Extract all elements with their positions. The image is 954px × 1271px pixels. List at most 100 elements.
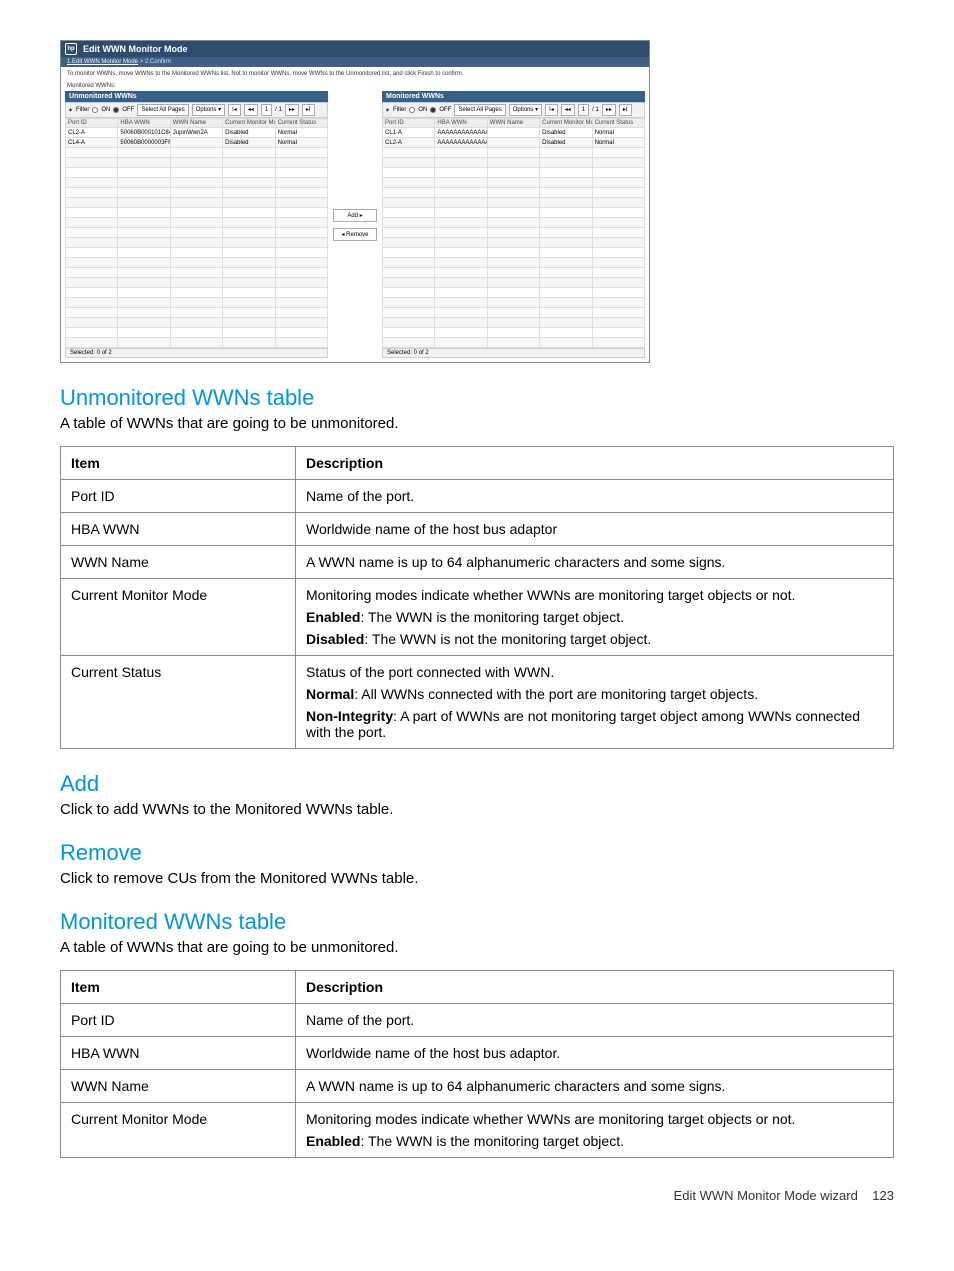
- table-cell: [540, 298, 592, 308]
- filter-on-label: ON: [101, 107, 110, 113]
- table-cell: [223, 228, 275, 238]
- table-cell: [435, 208, 487, 218]
- table-cell: [223, 188, 275, 198]
- table-row-empty: [66, 148, 328, 158]
- table-cell: [592, 258, 644, 268]
- table-cell: [223, 338, 275, 348]
- table-cell: [118, 218, 170, 228]
- table-cell: [383, 158, 435, 168]
- table-cell: [66, 198, 118, 208]
- last-page-button[interactable]: ▸I: [619, 104, 632, 116]
- table-cell: [592, 198, 644, 208]
- table-row[interactable]: CL2-A50060B000101C848CJupinWwn2ADisabled…: [66, 128, 328, 138]
- table-cell: [223, 278, 275, 288]
- first-page-button[interactable]: I◂: [228, 104, 241, 116]
- table-cell: [383, 308, 435, 318]
- filter-off-radio[interactable]: [113, 107, 119, 113]
- table-cell: [118, 148, 170, 158]
- table-row: Port IDName of the port.: [61, 480, 894, 513]
- col-item-header: Item: [61, 971, 296, 1004]
- table-cell: [592, 328, 644, 338]
- next-page-button[interactable]: ▸▸: [285, 104, 299, 116]
- first-page-button[interactable]: I◂: [545, 104, 558, 116]
- table-cell: [435, 278, 487, 288]
- add-button[interactable]: Add ▸: [333, 209, 377, 222]
- grid-column-header[interactable]: Port ID: [66, 119, 118, 128]
- grid-column-header[interactable]: HBA WWN: [435, 119, 487, 128]
- table-row[interactable]: CL4-A50060B0000003FF0DisabledNormal: [66, 138, 328, 148]
- item-cell: Current Monitor Mode: [61, 1103, 296, 1158]
- table-cell: [170, 318, 222, 328]
- filter-on-radio[interactable]: [92, 107, 98, 113]
- grid-column-header[interactable]: Current Monitor Mode: [540, 119, 592, 128]
- last-page-button[interactable]: ▸I: [302, 104, 315, 116]
- page-input[interactable]: 1: [261, 104, 272, 116]
- grid-column-header[interactable]: WWN Name: [487, 119, 539, 128]
- footer-text: Edit WWN Monitor Mode wizard: [674, 1188, 858, 1203]
- grid-column-header[interactable]: Current Monitor Mode: [223, 119, 275, 128]
- table-cell: [592, 148, 644, 158]
- description-cell: Status of the port connected with WWN.No…: [296, 656, 894, 749]
- table-cell: [383, 268, 435, 278]
- table-cell: [66, 218, 118, 228]
- grid-column-header[interactable]: Port ID: [383, 119, 435, 128]
- grid-column-header[interactable]: WWN Name: [170, 119, 222, 128]
- select-all-pages-button[interactable]: Select All Pages: [137, 104, 188, 116]
- table-cell: [275, 218, 327, 228]
- table-cell: [118, 188, 170, 198]
- prev-page-button[interactable]: ◂◂: [244, 104, 258, 116]
- col-desc-header: Description: [296, 971, 894, 1004]
- breadcrumb-sep: >: [140, 59, 144, 65]
- unmonitored-table[interactable]: Port IDHBA WWNWWN NameCurrent Monitor Mo…: [65, 118, 328, 348]
- table-cell: [275, 338, 327, 348]
- table-cell: [592, 168, 644, 178]
- monitored-wwns-label: Monitored WWNs:: [61, 81, 649, 91]
- prev-page-button[interactable]: ◂◂: [561, 104, 575, 116]
- unmonitored-toolbar: ✶ Filter ON OFF Select All Pages Options…: [65, 102, 328, 118]
- table-cell: [540, 168, 592, 178]
- table-row-empty: [383, 158, 645, 168]
- breadcrumb-step-1[interactable]: 1.Edit WWN Monitor Mode: [67, 59, 138, 65]
- table-cell: [487, 278, 539, 288]
- next-page-button[interactable]: ▸▸: [602, 104, 616, 116]
- filter-off-radio[interactable]: [430, 107, 436, 113]
- description-text: A WWN name is up to 64 alphanumeric char…: [306, 1078, 883, 1094]
- table-cell: [435, 308, 487, 318]
- table-cell: [487, 178, 539, 188]
- options-button[interactable]: Options ▾: [192, 104, 225, 116]
- table-cell: [383, 298, 435, 308]
- page-number: 123: [872, 1188, 894, 1203]
- filter-on-radio[interactable]: [409, 107, 415, 113]
- filter-label: Filter: [76, 107, 89, 113]
- table-cell: [435, 268, 487, 278]
- description-text: Worldwide name of the host bus adaptor.: [306, 1045, 883, 1061]
- table-cell: [66, 178, 118, 188]
- table-row-empty: [383, 268, 645, 278]
- table-row-empty: [66, 218, 328, 228]
- table-cell: [435, 318, 487, 328]
- select-all-pages-button[interactable]: Select All Pages: [454, 104, 505, 116]
- monitored-table[interactable]: Port IDHBA WWNWWN NameCurrent Monitor Mo…: [382, 118, 645, 348]
- table-cell: [118, 248, 170, 258]
- options-button[interactable]: Options ▾: [509, 104, 542, 116]
- remove-button[interactable]: ◂ Remove: [333, 228, 377, 241]
- table-cell: [275, 288, 327, 298]
- page-input[interactable]: 1: [578, 104, 589, 116]
- table-cell: [275, 268, 327, 278]
- table-row[interactable]: CL1-AAAAAAAAAAAAAAAAADisabledNormal: [383, 128, 645, 138]
- grid-column-header[interactable]: HBA WWN: [118, 119, 170, 128]
- table-cell: [223, 328, 275, 338]
- grid-column-header[interactable]: Current Status: [275, 119, 327, 128]
- table-cell: [592, 188, 644, 198]
- description-text: Non-Integrity: A part of WWNs are not mo…: [306, 708, 883, 740]
- table-cell: [66, 278, 118, 288]
- table-cell: [275, 228, 327, 238]
- description-text: Enabled: The WWN is the monitoring targe…: [306, 609, 883, 625]
- table-cell: CL4-A: [66, 138, 118, 148]
- table-cell: [540, 148, 592, 158]
- table-row[interactable]: CL2-AAAAAAAAAAAAAAAAADisabledNormal: [383, 138, 645, 148]
- table-cell: [223, 208, 275, 218]
- table-cell: [487, 328, 539, 338]
- grid-column-header[interactable]: Current Status: [592, 119, 644, 128]
- table-row-empty: [66, 268, 328, 278]
